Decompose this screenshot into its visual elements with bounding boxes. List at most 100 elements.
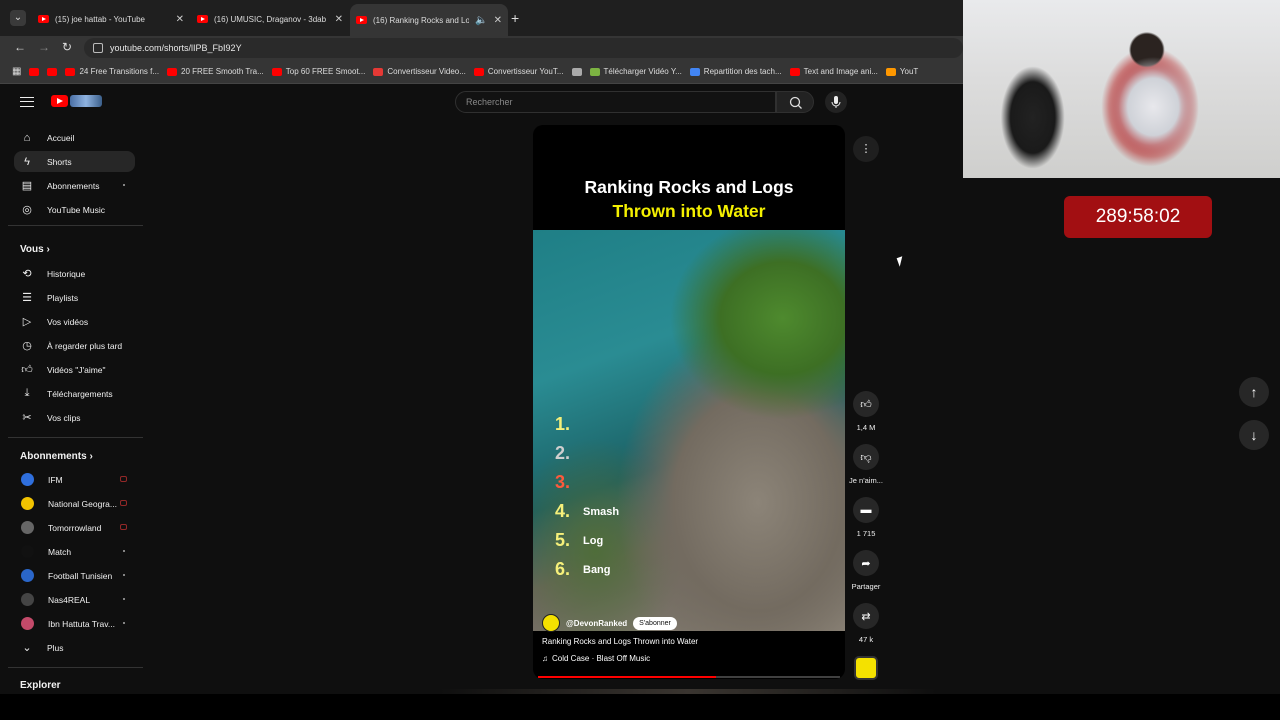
close-tab-icon[interactable]: ✕ [335,14,343,25]
subscription-item[interactable]: National Geogra... [14,493,135,514]
divider [8,225,143,226]
sound-thumbnail[interactable] [854,656,878,680]
channel-avatar[interactable] [542,614,560,632]
sidebar-item-home[interactable]: ⌂ Accueil [14,127,135,148]
video-progress-bar[interactable] [538,676,840,678]
browser-tab[interactable]: (16) UMUSIC, Draganov - 3dab ✕ [191,6,349,32]
dislike-button[interactable]: 👎︎ [853,444,879,470]
tab-search-icon[interactable]: ⌄ [10,10,26,26]
sidebar-item-label: Abonnements [47,180,100,191]
next-short-button[interactable]: ↓ [1239,420,1269,450]
like-action[interactable]: 👍︎ 1,4 M [848,391,884,432]
short-video-player[interactable]: Ranking Rocks and Logs Thrown into Water… [533,125,845,679]
bookmark-item[interactable]: Convertisseur YouT... [473,67,564,76]
live-icon [120,476,127,482]
like-button[interactable]: 👍︎ [853,391,879,417]
remix-action[interactable]: ⇄ 47 k [848,603,884,644]
channel-row: @DevonRanked S'abonner [542,614,677,632]
browser-tab-bar: ⌄ (15) joe hattab - YouTube ✕ (16) UMUSI… [0,0,963,36]
ranking-item: 4. Smash [555,497,619,526]
youtube-logo-icon[interactable] [51,95,68,107]
ranking-number: 1. [555,414,571,434]
sidebar-item-shorts[interactable]: ϟ Shorts [14,151,135,172]
you-heading[interactable]: Vous › [20,244,50,255]
music-title: Cold Case · Blast Off Music [552,654,651,663]
sidebar-item-your-videos[interactable]: ▷ Vos vidéos [14,311,135,332]
comments-action[interactable]: ▬ 1 715 [848,497,884,538]
voice-search-button[interactable] [825,91,847,113]
sidebar-item-history[interactable]: ⟲ Historique [14,263,135,284]
back-icon[interactable]: ← [14,40,26,54]
bookmark-item[interactable]: Top 60 FREE Smoot... [271,67,365,76]
bookmark-item[interactable]: YouT [885,67,918,76]
close-tab-icon[interactable]: ✕ [176,14,184,25]
subscription-item[interactable]: Nas4REAL [14,589,135,610]
youtube-favicon-icon [197,15,208,23]
video-caption[interactable]: Ranking Rocks and Logs Thrown into Water [542,637,698,646]
channel-avatar [21,497,34,510]
subscription-item[interactable]: ⌄ Plus [14,637,135,658]
subscription-item[interactable]: Match [14,541,135,562]
sidebar-item-downloads[interactable]: ⤓ Téléchargements [14,383,135,404]
playlist-icon: ☰ [22,292,32,304]
menu-icon[interactable] [20,97,34,107]
reload-icon[interactable]: ↻ [62,40,72,54]
remix-button[interactable]: ⇄ [853,603,879,629]
sidebar-item-subscriptions[interactable]: ▤ Abonnements [14,175,135,196]
youtube-doodle[interactable] [70,95,102,107]
subscribe-button[interactable]: S'abonner [633,616,677,630]
sidebar-item-liked-videos[interactable]: 👍︎ Vidéos "J'aime" [14,359,135,380]
bookmark-label: Convertisseur YouT... [487,67,564,76]
subscription-item[interactable]: Football Tunisien [14,565,135,586]
subscription-item[interactable]: Ibn Hattuta Trav... [14,613,135,634]
bookmark-item[interactable]: Repartition des tach... [689,67,782,76]
music-row[interactable]: ♫ Cold Case · Blast Off Music [542,654,650,663]
new-tab-icon[interactable]: + [511,10,519,26]
globe-icon [571,67,582,76]
channel-name[interactable]: @DevonRanked [566,619,627,628]
video-progress-fill [538,676,717,678]
bookmark-item[interactable] [571,67,582,76]
more-options-button[interactable]: ⋮ [853,136,879,162]
new-content-dot [123,598,125,600]
sidebar-item-your-clips[interactable]: ✂ Vos clips [14,407,135,428]
previous-short-button[interactable]: ↑ [1239,377,1269,407]
bookmark-item[interactable]: Convertisseur Video... [373,67,466,76]
share-icon: ➦ [861,557,871,570]
share-action[interactable]: ➦ Partager [848,550,884,591]
sidebar-item-youtube-music[interactable]: ◎ YouTube Music [14,199,135,220]
close-tab-icon[interactable]: ✕ [494,15,502,26]
site-info-icon[interactable] [93,43,103,53]
comments-button[interactable]: ▬ [853,497,879,523]
bookmark-label: Télécharger Vidéo Y... [603,67,682,76]
url-field[interactable]: youtube.com/shorts/lIPB_FbI92Y [84,38,963,58]
dislike-action[interactable]: 👎︎ Je n'aim... [848,444,884,485]
new-content-dot [123,550,125,552]
stream-overlay-panel: 289:58:02 ↑ ↓ [963,0,1280,694]
ranking-item: 3. [555,468,619,497]
forward-icon[interactable]: → [38,40,50,54]
mute-icon[interactable]: 🔈 [475,15,487,26]
browser-tab-active[interactable]: (16) Ranking Rocks and Log 🔈 ✕ [350,4,508,36]
bookmark-item[interactable]: 24 Free Transitions f... [65,67,159,76]
bookmark-item[interactable]: Text and Image ani... [789,67,878,76]
share-button[interactable]: ➦ [853,550,879,576]
video-title-line1: Ranking Rocks and Logs [584,177,794,197]
sidebar-item-watch-later[interactable]: ◷ À regarder plus tard [14,335,135,356]
search-button[interactable] [776,91,814,113]
apps-grid-icon[interactable]: ▦ [12,66,21,77]
bookmark-item[interactable]: 20 FREE Smooth Tra... [167,67,264,76]
bookmark-item[interactable]: Télécharger Vidéo Y... [589,67,682,76]
subscriptions-icon: ▤ [21,180,33,192]
browser-tab[interactable]: (15) joe hattab - YouTube ✕ [32,6,190,32]
bookmark-item[interactable] [47,67,58,76]
search-input[interactable]: Rechercher [455,91,776,113]
subscriptions-heading[interactable]: Abonnements › [20,451,93,462]
address-bar-row: ← → ↻ youtube.com/shorts/lIPB_FbI92Y [0,36,963,60]
remix-icon: ⇄ [861,610,871,623]
sidebar-item-playlists[interactable]: ☰ Playlists [14,287,135,308]
bookmark-item[interactable] [29,67,40,76]
subscription-item[interactable]: IFM [14,469,135,490]
subscription-item[interactable]: Tomorrowland [14,517,135,538]
youtube-icon [65,67,76,76]
